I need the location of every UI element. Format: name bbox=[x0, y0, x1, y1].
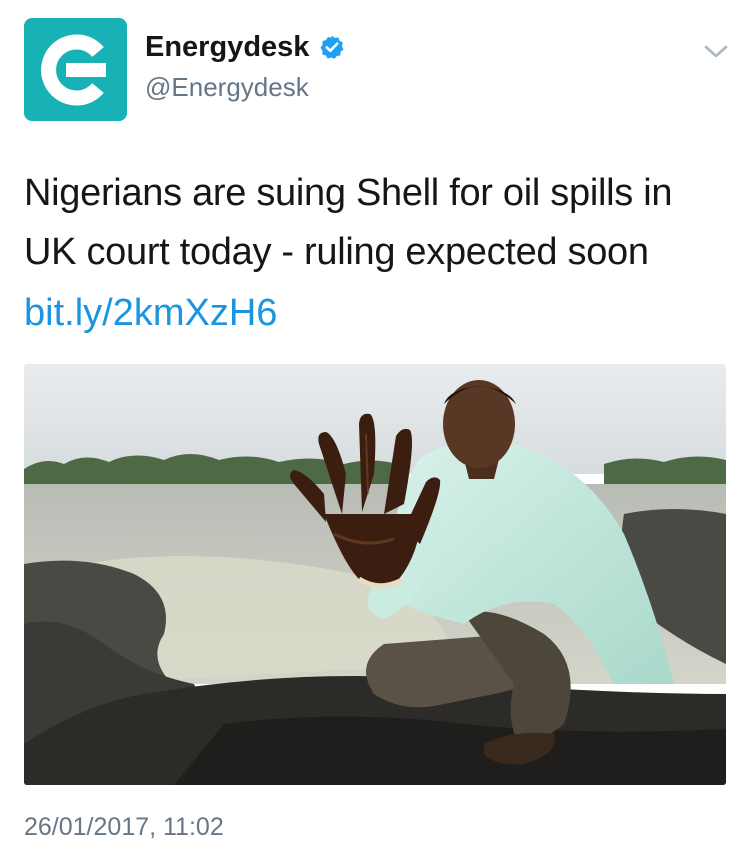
tweet-text: Nigerians are suing Shell for oil spills… bbox=[24, 172, 673, 273]
tweet-timestamp[interactable]: 26/01/2017, 11:02 bbox=[24, 812, 224, 842]
display-name[interactable]: Energydesk bbox=[145, 30, 309, 64]
tweet-link[interactable]: bit.ly/2kmXzH6 bbox=[24, 284, 277, 343]
verified-badge-icon bbox=[320, 35, 344, 59]
author-handle[interactable]: @Energydesk bbox=[145, 72, 309, 102]
avatar[interactable] bbox=[24, 18, 127, 121]
chevron-down-icon[interactable] bbox=[702, 42, 730, 62]
tweet-photo[interactable] bbox=[24, 364, 726, 785]
energydesk-logo-icon bbox=[40, 34, 106, 105]
photo-illustration bbox=[24, 364, 726, 785]
author-name-row[interactable]: Energydesk bbox=[145, 30, 345, 64]
